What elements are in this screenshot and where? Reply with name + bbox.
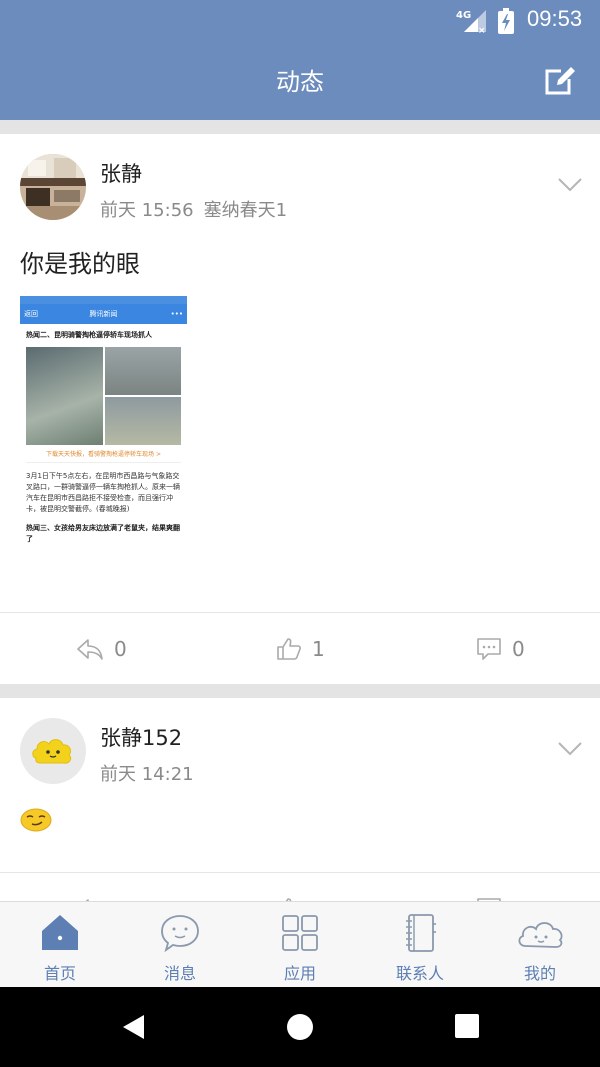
comment-count: 0 xyxy=(512,637,525,661)
tab-label: 联系人 xyxy=(395,964,444,983)
comment-icon xyxy=(477,638,501,660)
image-nav-back: 返回 xyxy=(24,310,38,318)
tab-label: 应用 xyxy=(283,964,316,983)
battery-icon xyxy=(498,8,514,38)
share-button[interactable]: 0 xyxy=(76,613,127,685)
post-actions: 0 1 0 xyxy=(0,612,600,684)
apps-grid-icon xyxy=(282,915,318,951)
home-circle-icon xyxy=(287,1014,313,1040)
like-count: 1 xyxy=(312,637,325,661)
tab-messages[interactable]: 消息 xyxy=(120,902,240,988)
network-icon: 4G × xyxy=(456,8,490,34)
author-name[interactable]: 张静 xyxy=(100,158,142,188)
back-button[interactable] xyxy=(120,1013,148,1045)
bottom-tab-bar: 首页 消息 应用 联系人 我的 xyxy=(0,901,600,987)
comment-button[interactable]: 0 xyxy=(476,613,525,685)
cloud-face-icon xyxy=(518,922,563,948)
post-source[interactable]: 塞纳春天1 xyxy=(204,200,287,221)
home-nav-button[interactable] xyxy=(286,1013,314,1045)
author-name[interactable]: 张静152 xyxy=(100,722,182,752)
status-bar: 4G × 09:53 xyxy=(0,0,600,40)
post-time: 前天 14:21 xyxy=(100,764,194,785)
tab-contacts[interactable]: 联系人 xyxy=(360,902,480,988)
post-text: 你是我的眼 xyxy=(20,250,140,278)
thumbs-up-icon xyxy=(277,638,301,660)
tab-label: 消息 xyxy=(163,964,196,983)
home-icon xyxy=(42,915,78,950)
avatar[interactable] xyxy=(20,718,86,784)
status-time: 09:53 xyxy=(527,6,583,31)
image-headline-2: 热闻三、女孩给男友床边放满了老鼠夹，结果爽翻了 xyxy=(26,524,180,543)
share-button[interactable]: 1 xyxy=(76,873,127,901)
avatar[interactable] xyxy=(20,154,86,220)
tab-label: 我的 xyxy=(523,964,556,983)
image-caption: 下载天天快报，看骑警掏枪逼停轿车现场 > xyxy=(26,449,181,463)
post-card: 张静 前天 15:56 塞纳春天1 你是我的眼 返回 腾讯新闻 ••• 热闻二、昆… xyxy=(0,134,600,684)
post-meta: 前天 15:56 塞纳春天1 xyxy=(100,196,287,222)
chevron-down-icon[interactable] xyxy=(556,740,584,758)
page-title: 动态 xyxy=(276,68,324,96)
tab-home[interactable]: 首页 xyxy=(0,902,120,988)
svg-text:×: × xyxy=(478,26,486,34)
edit-icon xyxy=(545,67,575,95)
post-meta: 前天 14:21 xyxy=(100,760,194,786)
post-actions: 1 1 1 xyxy=(0,872,600,901)
image-headline: 热闻二、昆明骑警掏枪逼停轿车现场抓人 xyxy=(26,331,152,339)
image-paragraph: 3月1日下午5点左右，在昆明市西昌路与气象路交叉路口，一群骑警逼停一辆车掏枪抓人… xyxy=(26,472,180,513)
back-triangle-icon xyxy=(123,1015,144,1039)
tab-label: 首页 xyxy=(43,964,76,983)
recents-button[interactable] xyxy=(454,1013,480,1043)
post-time: 前天 15:56 xyxy=(100,200,194,221)
post-card: 张静152 前天 14:21 1 xyxy=(0,698,600,901)
compose-button[interactable] xyxy=(543,63,577,97)
network-label: 4G xyxy=(456,10,471,21)
tab-profile[interactable]: 我的 xyxy=(480,902,600,988)
share-count: 0 xyxy=(114,637,127,661)
share-icon xyxy=(77,639,103,660)
tab-apps[interactable]: 应用 xyxy=(240,902,360,988)
comment-button[interactable]: 1 xyxy=(476,873,525,901)
system-nav-bar xyxy=(0,987,600,1067)
contacts-book-icon xyxy=(406,914,436,952)
post-image[interactable]: 返回 腾讯新闻 ••• 热闻二、昆明骑警掏枪逼停轿车现场抓人 下载天天快报，看骑… xyxy=(20,296,187,592)
smirk-emoji-icon xyxy=(20,806,52,832)
chat-bubble-icon xyxy=(161,915,199,953)
chevron-down-icon[interactable] xyxy=(556,176,584,194)
app-header: 4G × 09:53 动态 xyxy=(0,0,600,120)
like-button[interactable]: 1 xyxy=(276,613,325,685)
image-nav-title: 腾讯新闻 xyxy=(89,310,118,318)
like-button[interactable]: 1 xyxy=(276,873,325,901)
feed-list[interactable]: 张静 前天 15:56 塞纳春天1 你是我的眼 返回 腾讯新闻 ••• 热闻二、昆… xyxy=(0,120,600,901)
image-photos xyxy=(26,347,181,445)
recents-square-icon xyxy=(455,1014,479,1038)
